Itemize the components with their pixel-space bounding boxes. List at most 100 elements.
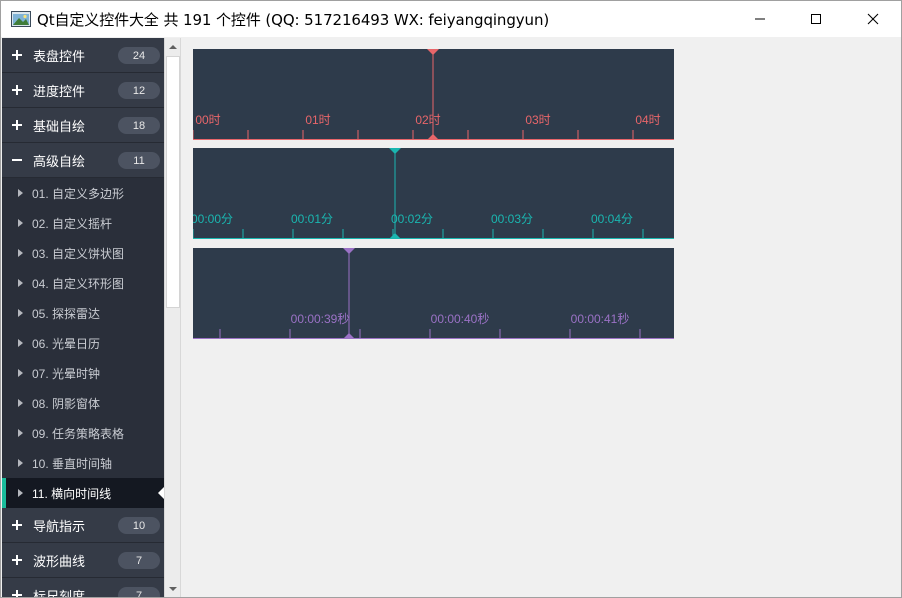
sidebar-group-groups_bottom-1[interactable]: 波形曲线 7 bbox=[2, 543, 164, 578]
triangle-right-icon bbox=[18, 339, 23, 347]
title-bar: Qt自定义控件大全 共 191 个控件 (QQ: 517216493 WX: f… bbox=[1, 1, 901, 37]
triangle-right-icon bbox=[18, 189, 23, 197]
sidebar-item-7[interactable]: 07. 光晕时钟 bbox=[2, 358, 164, 388]
minus-icon bbox=[11, 153, 25, 167]
sidebar-item-1[interactable]: 01. 自定义多边形 bbox=[2, 178, 164, 208]
sidebar-item-label: 01. 自定义多边形 bbox=[32, 186, 125, 201]
timeline-label: 04时 bbox=[635, 113, 660, 127]
triangle-right-icon bbox=[18, 429, 23, 437]
timeline-label: 00时 bbox=[195, 113, 220, 127]
timeline-label: 00:00分 bbox=[193, 212, 233, 226]
count-badge: 7 bbox=[118, 552, 160, 569]
sidebar-item-11[interactable]: 11. 横向时间线 bbox=[2, 478, 164, 508]
sidebar-group-label: 进度控件 bbox=[33, 83, 86, 99]
sidebar-group-groups_top-3[interactable]: 高级自绘 11 bbox=[2, 143, 164, 178]
count-badge: 18 bbox=[118, 117, 160, 134]
timeline-canvas: 00:00分 00:01分 00:02分 00:03分 00:04分 bbox=[193, 148, 674, 239]
scroll-down-arrow-icon bbox=[169, 587, 177, 591]
triangle-right-icon bbox=[18, 489, 23, 497]
sidebar-item-10[interactable]: 10. 垂直时间轴 bbox=[2, 448, 164, 478]
indicator-bottom-handle[interactable] bbox=[389, 233, 401, 239]
sidebar-item-label: 04. 自定义环形图 bbox=[32, 276, 125, 291]
window-title: Qt自定义控件大全 共 191 个控件 (QQ: 517216493 WX: f… bbox=[37, 10, 550, 29]
timeline-label: 00:04分 bbox=[591, 212, 633, 226]
scroll-down-button[interactable] bbox=[165, 581, 181, 597]
minimize-button[interactable] bbox=[731, 1, 789, 37]
scroll-up-arrow-icon bbox=[169, 45, 177, 49]
scroll-thumb[interactable] bbox=[166, 56, 180, 308]
plus-icon bbox=[11, 518, 25, 532]
sidebar-item-label: 07. 光晕时钟 bbox=[32, 366, 101, 381]
indicator-top-handle[interactable] bbox=[427, 49, 439, 55]
count-badge: 24 bbox=[118, 47, 160, 64]
triangle-right-icon bbox=[18, 459, 23, 467]
plus-icon bbox=[11, 48, 25, 62]
sidebar-item-label: 06. 光晕日历 bbox=[32, 336, 101, 351]
triangle-right-icon bbox=[18, 369, 23, 377]
timeline-label: 00:00:40秒 bbox=[431, 312, 490, 326]
timeline-label: 00:03分 bbox=[491, 212, 533, 226]
sidebar-scrollbar[interactable] bbox=[164, 38, 181, 597]
window-image-icon bbox=[11, 11, 31, 27]
sidebar-item-3[interactable]: 03. 自定义饼状图 bbox=[2, 238, 164, 268]
horizontal-timeline-2[interactable]: 00:00分 00:01分 00:02分 00:03分 00:04分 bbox=[193, 148, 674, 239]
maximize-button[interactable] bbox=[787, 1, 845, 37]
minimize-icon bbox=[755, 18, 765, 20]
timeline-label: 00:02分 bbox=[391, 212, 433, 226]
sidebar-item-label: 11. 横向时间线 bbox=[32, 486, 112, 501]
count-badge: 10 bbox=[118, 517, 160, 534]
sidebar-group-groups_bottom-0[interactable]: 导航指示 10 bbox=[2, 508, 164, 543]
indicator-bottom-handle[interactable] bbox=[343, 333, 355, 339]
timeline-label: 00:00:41秒 bbox=[571, 312, 630, 326]
sidebar-item-2[interactable]: 02. 自定义摇杆 bbox=[2, 208, 164, 238]
timeline-canvas: 00:00:39秒 00:00:40秒 00:00:41秒 bbox=[193, 248, 674, 339]
triangle-right-icon bbox=[18, 309, 23, 317]
plus-icon bbox=[11, 83, 25, 97]
sidebar-item-label: 02. 自定义摇杆 bbox=[32, 216, 113, 231]
content-area: 00时 01时 02时 03时 04时 00:00分 00:01分 00:02分 00:03分 0… bbox=[181, 38, 901, 597]
sidebar-group-groups_bottom-2[interactable]: 标尺刻度 7 bbox=[2, 578, 164, 598]
close-button[interactable] bbox=[844, 1, 901, 37]
horizontal-timeline-3[interactable]: 00:00:39秒 00:00:40秒 00:00:41秒 bbox=[193, 248, 674, 339]
timeline-label: 00:01分 bbox=[291, 212, 333, 226]
timeline-canvas: 00时 01时 02时 03时 04时 bbox=[193, 49, 674, 140]
plus-icon bbox=[11, 553, 25, 567]
triangle-right-icon bbox=[18, 279, 23, 287]
sidebar-item-4[interactable]: 04. 自定义环形图 bbox=[2, 268, 164, 298]
count-badge: 7 bbox=[118, 587, 160, 597]
sidebar-item-8[interactable]: 08. 阴影窗体 bbox=[2, 388, 164, 418]
sidebar-group-groups_top-0[interactable]: 表盘控件 24 bbox=[2, 38, 164, 73]
sidebar-group-groups_top-2[interactable]: 基础自绘 18 bbox=[2, 108, 164, 143]
timeline-label: 03时 bbox=[525, 113, 550, 127]
scroll-up-button[interactable] bbox=[165, 39, 181, 55]
sidebar-group-label: 波形曲线 bbox=[33, 553, 86, 569]
timeline-label: 00:00:39秒 bbox=[291, 312, 350, 326]
indicator-bottom-handle[interactable] bbox=[427, 134, 439, 140]
sidebar-item-label: 09. 任务策略表格 bbox=[32, 426, 125, 441]
plus-icon bbox=[11, 588, 25, 597]
sidebar-group-label: 标尺刻度 bbox=[33, 588, 86, 598]
timeline-label: 02时 bbox=[415, 113, 440, 127]
sidebar-group-groups_top-1[interactable]: 进度控件 12 bbox=[2, 73, 164, 108]
triangle-right-icon bbox=[18, 249, 23, 257]
sidebar-item-6[interactable]: 06. 光晕日历 bbox=[2, 328, 164, 358]
app-window: Qt自定义控件大全 共 191 个控件 (QQ: 517216493 WX: f… bbox=[0, 0, 902, 598]
indicator-top-handle[interactable] bbox=[343, 248, 355, 254]
sidebar-group-label: 表盘控件 bbox=[33, 48, 86, 64]
sidebar-item-9[interactable]: 09. 任务策略表格 bbox=[2, 418, 164, 448]
timeline-label: 01时 bbox=[305, 113, 330, 127]
horizontal-timeline-1[interactable]: 00时 01时 02时 03时 04时 bbox=[193, 49, 674, 140]
sidebar-group-label: 高级自绘 bbox=[33, 153, 86, 169]
sidebar-item-label: 05. 探探雷达 bbox=[32, 306, 101, 321]
plus-icon bbox=[11, 118, 25, 132]
sidebar-item-label: 03. 自定义饼状图 bbox=[32, 246, 125, 261]
triangle-right-icon bbox=[18, 219, 23, 227]
sidebar-item-5[interactable]: 05. 探探雷达 bbox=[2, 298, 164, 328]
sidebar-item-label: 10. 垂直时间轴 bbox=[32, 456, 113, 471]
close-icon bbox=[867, 13, 879, 25]
maximize-icon bbox=[811, 14, 821, 24]
count-badge: 11 bbox=[118, 152, 160, 169]
sidebar-group-label: 导航指示 bbox=[33, 518, 86, 534]
sidebar-item-label: 08. 阴影窗体 bbox=[32, 396, 101, 411]
indicator-top-handle[interactable] bbox=[389, 148, 401, 154]
